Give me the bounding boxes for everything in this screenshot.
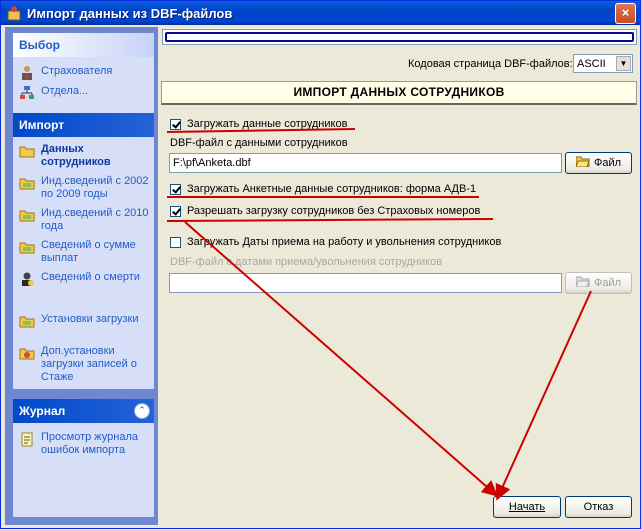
import-group: Импорт Данных сотрудников Инд.сведений с…: [13, 113, 154, 389]
arrow-annotation: [495, 290, 592, 501]
underline-annotation: [166, 218, 494, 222]
start-button-label: Начать: [508, 501, 546, 513]
checkbox-box[interactable]: [170, 183, 181, 195]
load-settings-label: Установки загрузки: [41, 313, 139, 325]
notepad-icon: [21, 432, 33, 447]
select-department-item[interactable]: Отдела...: [19, 85, 152, 101]
load-adv1-checkbox[interactable]: Загружать Анкетные данные сотрудников: ф…: [170, 181, 476, 197]
extra-settings-label: Доп.установки загрузки записей о Стаже: [41, 345, 137, 383]
window-title: Импорт данных из DBF-файлов: [27, 6, 233, 21]
select-department-label: Отдела...: [41, 85, 89, 97]
import-payments-item[interactable]: Сведений о сумме выплат: [19, 239, 152, 265]
journal-group-title[interactable]: Журнал: [13, 399, 154, 423]
folder-open-icon: [575, 156, 590, 167]
dates-dbf-file-browse-button[interactable]: Файл: [565, 272, 632, 294]
import-employees-label: Данных сотрудников: [41, 143, 111, 168]
folder-open-icon: [575, 276, 590, 287]
import-payments-label: Сведений о сумме выплат: [41, 239, 136, 264]
select-group: Выбор Страхователя Отдела...: [13, 33, 154, 119]
allow-no-insurance-label: Разрешать загрузку сотрудников без Страх…: [187, 205, 481, 217]
folder-icon: [19, 178, 35, 190]
dbf-file-browse-label: Файл: [593, 157, 622, 169]
import-info-2010-item[interactable]: Инд.сведений с 2010 года: [19, 207, 152, 233]
chevron-down-icon[interactable]: ▼: [616, 56, 631, 71]
codepage-label: Кодовая страница DBF-файлов:: [408, 58, 573, 70]
folder-icon: [19, 242, 35, 254]
close-button[interactable]: ×: [615, 3, 636, 24]
codepage-select[interactable]: ASCII ▼: [573, 54, 633, 73]
person-icon: [22, 272, 34, 286]
task-panel: Выбор Страхователя Отдела... Импорт Данн…: [5, 27, 158, 525]
journal-group: Журнал ⌃ Просмотр журнала ошибок импорта: [13, 399, 154, 517]
collapse-chevron-icon[interactable]: ⌃: [134, 403, 150, 419]
section-title: ИМПОРТ ДАННЫХ СОТРУДНИКОВ: [161, 81, 637, 105]
select-insurer-item[interactable]: Страхователя: [19, 65, 152, 81]
org-chart-icon: [20, 86, 34, 99]
progress-bar: [162, 29, 637, 45]
view-error-log-label: Просмотр журнала ошибок импорта: [41, 431, 138, 456]
title-bar: Импорт данных из DBF-файлов ×: [1, 1, 640, 25]
codepage-value: ASCII: [577, 58, 606, 70]
dates-dbf-file-label: DBF-файл с датами приема/увольнения сотр…: [170, 256, 443, 268]
load-dates-checkbox[interactable]: Загружать Даты приема на работу и увольн…: [170, 234, 501, 250]
load-employees-label: Загружать данные сотрудников: [187, 118, 348, 130]
checkbox-box[interactable]: [170, 118, 181, 130]
select-insurer-label: Страхователя: [41, 65, 113, 77]
checkbox-box[interactable]: [170, 236, 181, 248]
select-group-title[interactable]: Выбор: [13, 33, 154, 57]
start-button[interactable]: Начать: [493, 496, 561, 518]
folder-icon: [19, 146, 35, 158]
dbf-file-browse-button[interactable]: Файл: [565, 152, 632, 174]
import-group-title[interactable]: Импорт: [13, 113, 154, 137]
dates-dbf-file-input[interactable]: [169, 273, 562, 293]
import-death-label: Сведений о смерти: [41, 271, 140, 283]
load-adv1-label: Загружать Анкетные данные сотрудников: ф…: [187, 183, 477, 195]
allow-no-insurance-checkbox[interactable]: Разрешать загрузку сотрудников без Страх…: [170, 203, 480, 219]
cancel-button-label: Отказ: [583, 501, 614, 513]
view-error-log-item[interactable]: Просмотр журнала ошибок импорта: [19, 431, 152, 457]
import-info-2002-2009-item[interactable]: Инд.сведений с 2002 по 2009 годы: [19, 175, 152, 201]
load-dates-label: Загружать Даты приема на работу и увольн…: [187, 236, 502, 248]
cancel-button[interactable]: Отказ: [565, 496, 632, 518]
import-dialog: Импорт данных из DBF-файлов × Выбор Стра…: [0, 0, 641, 529]
import-employees-item[interactable]: Данных сотрудников: [19, 143, 152, 169]
import-info-2002-2009-label: Инд.сведений с 2002 по 2009 годы: [41, 175, 149, 200]
dates-dbf-file-browse-label: Файл: [593, 277, 622, 289]
checkbox-box[interactable]: [170, 205, 181, 217]
load-settings-item[interactable]: Установки загрузки: [19, 313, 152, 329]
person-icon: [22, 66, 32, 80]
folder-gear-icon: [19, 348, 35, 360]
app-icon: [7, 6, 21, 21]
folder-icon: [19, 210, 35, 222]
dbf-file-label: DBF-файл с данными сотрудников: [170, 137, 348, 149]
import-info-2010-label: Инд.сведений с 2010 года: [41, 207, 149, 232]
dbf-file-input[interactable]: F:\pf\Anketa.dbf: [169, 153, 562, 173]
import-death-item[interactable]: Сведений о смерти: [19, 271, 152, 287]
extra-settings-item[interactable]: Доп.установки загрузки записей о Стаже: [19, 345, 152, 384]
load-employees-checkbox[interactable]: Загружать данные сотрудников: [170, 116, 347, 132]
folder-icon: [19, 316, 35, 328]
